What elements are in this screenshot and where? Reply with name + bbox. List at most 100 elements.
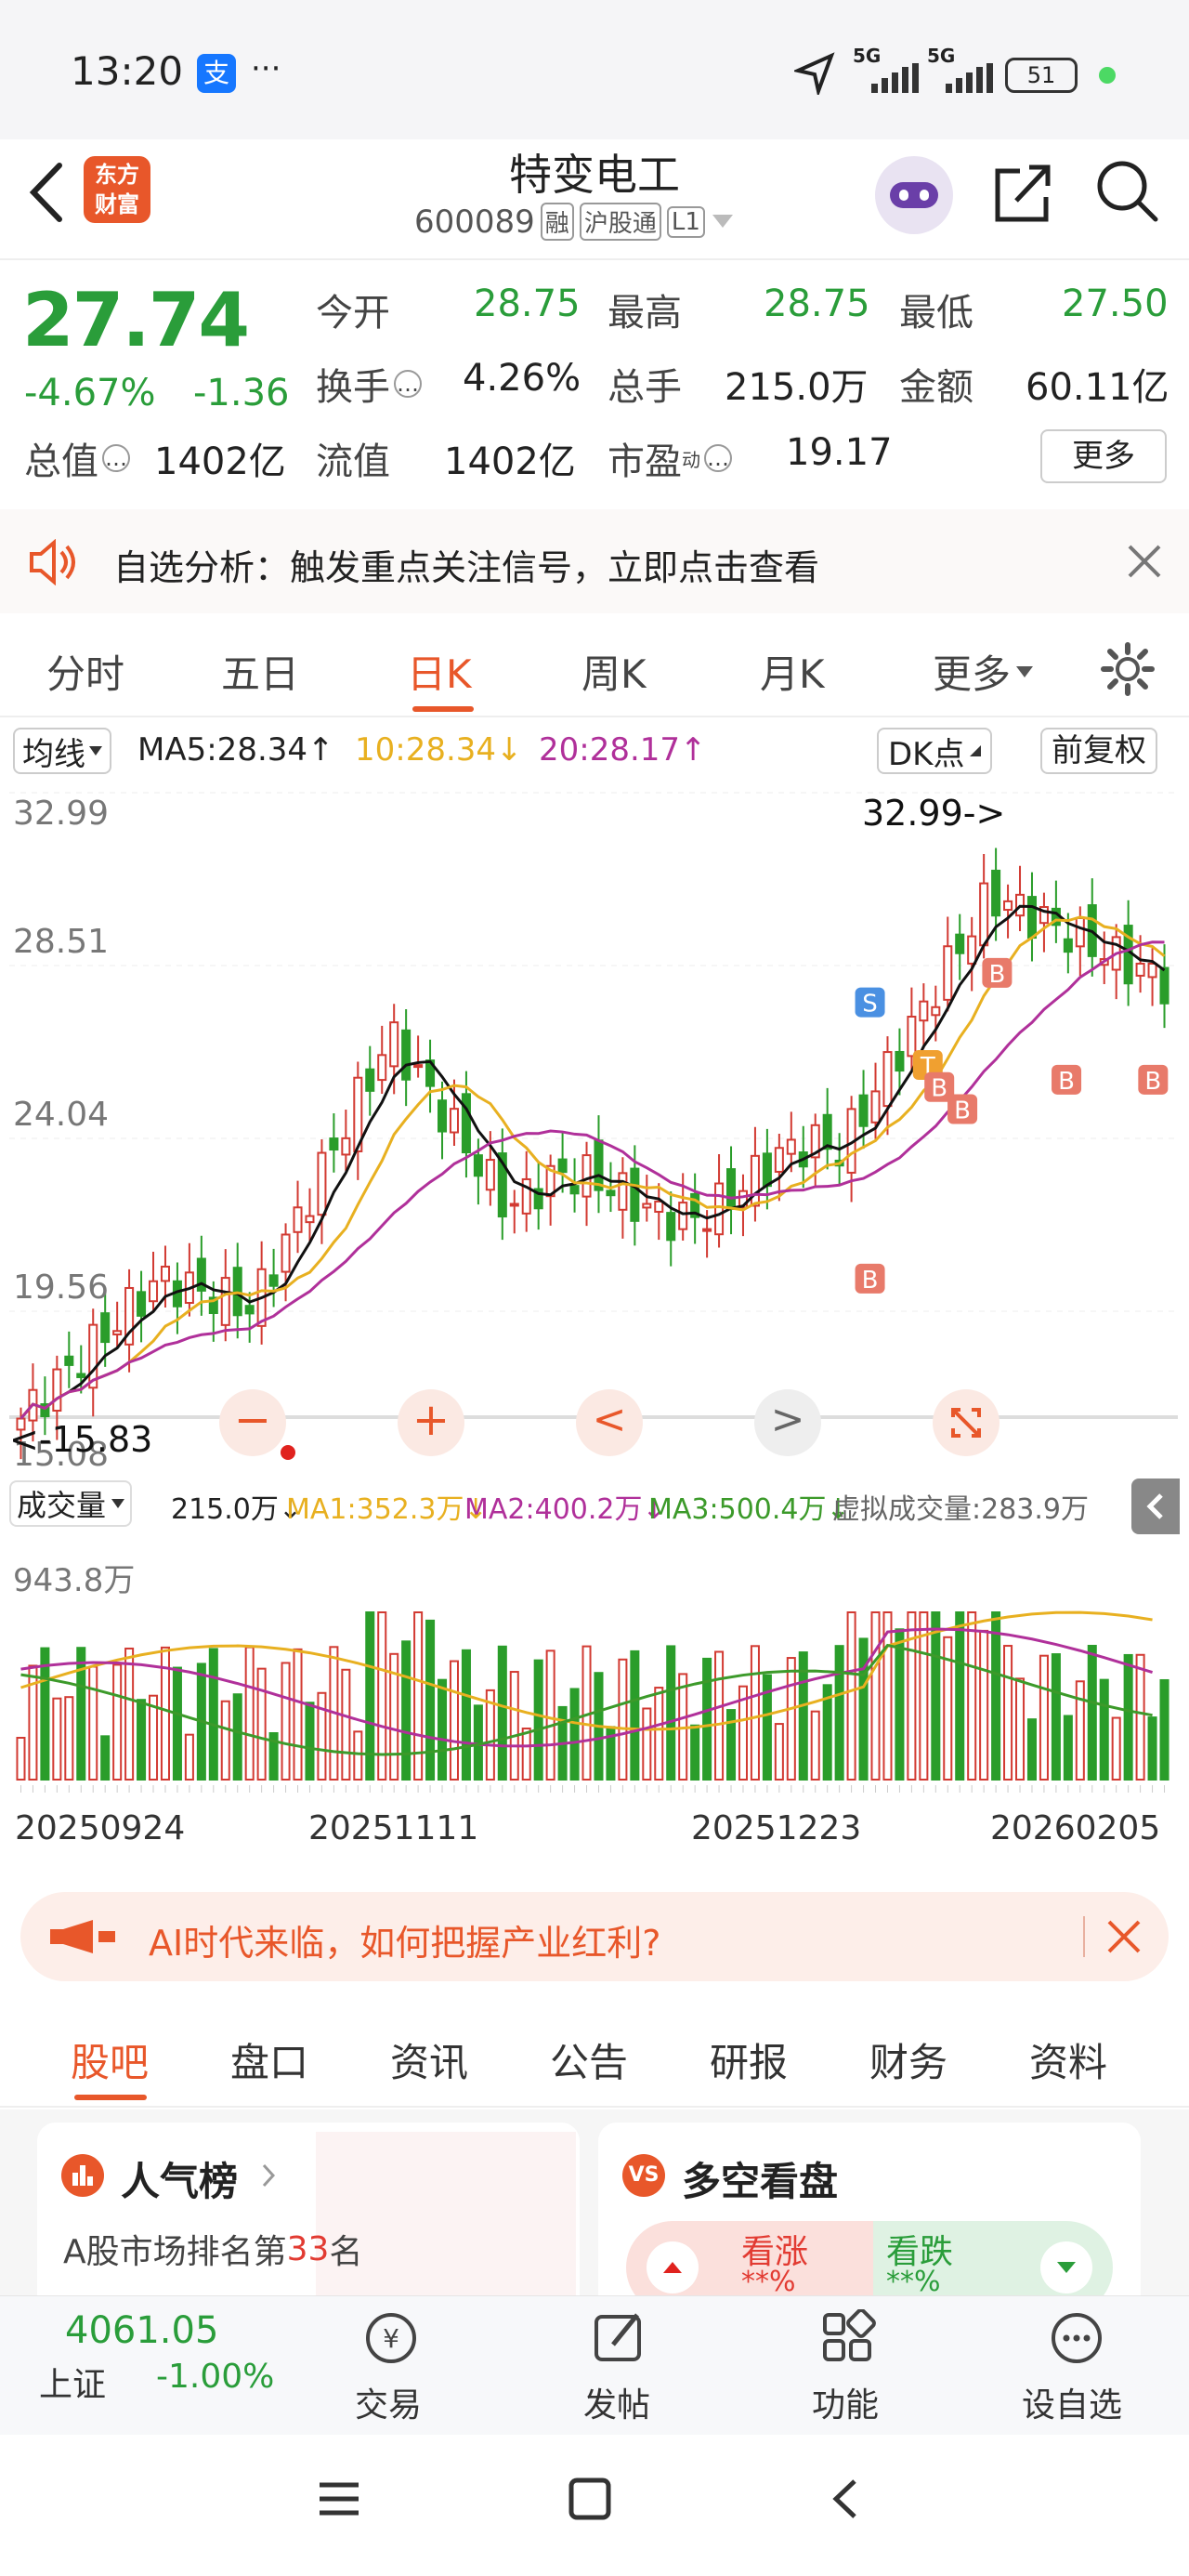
megaphone-icon xyxy=(50,1920,115,1953)
ma5-value: MA5:28.34↑ xyxy=(137,731,334,769)
up-arrow-icon xyxy=(647,2241,699,2293)
ma20-value: 20:28.17↑ xyxy=(539,731,707,769)
home-square-icon[interactable] xyxy=(567,2476,613,2522)
volume-bar xyxy=(208,1648,218,1781)
search-icon[interactable] xyxy=(1094,158,1161,225)
ai-robot-icon[interactable] xyxy=(875,156,953,234)
rank-post: 名 xyxy=(329,2233,363,2271)
kline-tabs: 分时 五日 日K 周K 月K 更多 xyxy=(0,617,1189,717)
analysis-banner[interactable]: 自选分析：触发重点关注信号，立即点击查看 xyxy=(0,509,1189,613)
add-watchlist-button[interactable]: 设自选 xyxy=(1020,2309,1131,2430)
volume-bar xyxy=(172,1666,182,1781)
candle-body xyxy=(1147,962,1157,979)
bear-button[interactable]: 看跌 **% xyxy=(873,2221,1113,2295)
tab-weekly-k[interactable]: 周K xyxy=(581,643,647,700)
volume-select[interactable]: 成交量 xyxy=(9,1480,133,1527)
zoom-out-button[interactable]: − xyxy=(219,1389,286,1456)
bull-button[interactable]: 看涨 **% xyxy=(626,2221,895,2295)
candle-body xyxy=(630,1167,640,1222)
chevron-left-icon xyxy=(1146,1493,1163,1519)
candle-body xyxy=(112,1330,123,1335)
clock: 13:20 xyxy=(71,48,184,94)
tab-forum[interactable]: 股吧 xyxy=(71,2031,149,2088)
info-icon-3[interactable]: … xyxy=(704,444,732,472)
candle-body xyxy=(618,1172,628,1211)
candle-body xyxy=(726,1168,737,1211)
adjust-select[interactable]: 前复权 xyxy=(1040,728,1157,774)
tab-more[interactable]: 更多 xyxy=(933,643,1034,700)
tab-market-depth[interactable]: 盘口 xyxy=(230,2031,308,2088)
candle-body xyxy=(858,1094,869,1127)
tab-research[interactable]: 研报 xyxy=(710,2031,788,2088)
candle-body xyxy=(569,1185,580,1195)
promo-banner[interactable]: AI时代来临，如何把握产业红利? xyxy=(20,1892,1169,1981)
candle-body xyxy=(702,1228,712,1232)
virtual-volume: 虚拟成交量:283.9万 xyxy=(832,1493,1089,1526)
bull-bear-title: 多空看盘 xyxy=(682,2159,839,2204)
collapse-panel-button[interactable] xyxy=(1131,1479,1180,1534)
info-icon[interactable]: … xyxy=(394,370,422,398)
more-button[interactable]: 更多 xyxy=(1040,429,1167,483)
back-nav-icon[interactable] xyxy=(823,2476,869,2522)
menu-icon[interactable] xyxy=(316,2476,362,2522)
volume-bar xyxy=(1075,1680,1085,1781)
settings-gear-icon[interactable] xyxy=(1100,641,1156,697)
volume-bar xyxy=(509,1671,519,1781)
change-amount: -1.36 xyxy=(193,372,290,414)
popularity-card[interactable]: 人气榜 A股市场排名第 33 名 xyxy=(37,2123,580,2295)
last-price: 27.74 xyxy=(22,277,250,363)
dropdown-icon[interactable] xyxy=(712,214,733,230)
vs-icon: VS xyxy=(622,2154,665,2197)
index-name: 上证 xyxy=(39,2366,107,2404)
tab-five-day[interactable]: 五日 xyxy=(221,643,299,700)
info-icon-2[interactable]: … xyxy=(102,444,130,472)
volume-bar xyxy=(184,1733,194,1781)
close-icon[interactable] xyxy=(1126,543,1163,580)
candle-body xyxy=(882,1051,893,1108)
volume-bar xyxy=(714,1650,725,1781)
dk-point-select[interactable]: DK点 xyxy=(877,728,993,774)
volume-bar xyxy=(317,1691,327,1781)
bull-bear-card[interactable]: VS 多空看盘 看涨 **% 看跌 **% xyxy=(598,2123,1141,2295)
candle-body xyxy=(438,1099,448,1133)
ma10-line xyxy=(20,915,1166,1420)
close-icon-2[interactable] xyxy=(1105,1918,1143,1955)
tab-monthly-k[interactable]: 月K xyxy=(760,643,825,700)
post-label: 发帖 xyxy=(583,2386,651,2425)
ma-select[interactable]: 均线 xyxy=(13,728,111,774)
tab-news[interactable]: 资讯 xyxy=(390,2031,468,2088)
system-nav-bar xyxy=(0,2435,1189,2576)
bear-pct: **% xyxy=(886,2266,941,2295)
volume-bar xyxy=(1111,1716,1121,1781)
volume-chart[interactable] xyxy=(0,1538,1189,1798)
vol-ma3: MA3:500.4万↓ xyxy=(648,1493,850,1526)
functions-button[interactable]: 功能 xyxy=(791,2309,903,2430)
candle-body xyxy=(1026,896,1037,940)
share-icon[interactable] xyxy=(992,160,1053,227)
ma-select-label: 均线 xyxy=(22,735,85,773)
fullscreen-button[interactable] xyxy=(933,1389,1000,1456)
stock-header: 东方 财富 特变电工 600089 融 沪股通 L1 xyxy=(0,139,1189,260)
scroll-left-button[interactable]: < xyxy=(576,1389,643,1456)
candle-body xyxy=(1159,966,1169,1005)
index-ticker[interactable]: 4061.05 上证 -1.00% xyxy=(0,2296,274,2436)
volume-bar xyxy=(955,1611,965,1781)
tab-intraday[interactable]: 分时 xyxy=(46,643,124,700)
trade-button[interactable]: ¥ 交易 xyxy=(334,2309,446,2430)
post-button[interactable]: 发帖 xyxy=(563,2309,674,2430)
float-label: 流值 xyxy=(316,440,390,483)
x-label-1: 20250924 xyxy=(15,1809,186,1847)
x-label-4: 20260205 xyxy=(990,1809,1161,1847)
zoom-in-button[interactable]: + xyxy=(398,1389,464,1456)
analysis-banner-text: 自选分析：触发重点关注信号，立即点击查看 xyxy=(113,547,820,588)
index-value: 4061.05 xyxy=(65,2309,219,2352)
tab-finance[interactable]: 财务 xyxy=(869,2031,947,2088)
kline-chart[interactable]: SBTBBBB B xyxy=(0,785,1189,1482)
tab-announcements[interactable]: 公告 xyxy=(550,2031,628,2088)
tab-daily-k[interactable]: 日K xyxy=(407,643,472,700)
price-axis-label-3: 24.04 xyxy=(13,1096,110,1134)
volume-bar xyxy=(293,1648,303,1781)
more-dots-icon xyxy=(1052,2313,1102,2363)
tab-profile[interactable]: 资料 xyxy=(1029,2031,1107,2088)
scroll-right-button[interactable]: > xyxy=(754,1389,821,1456)
